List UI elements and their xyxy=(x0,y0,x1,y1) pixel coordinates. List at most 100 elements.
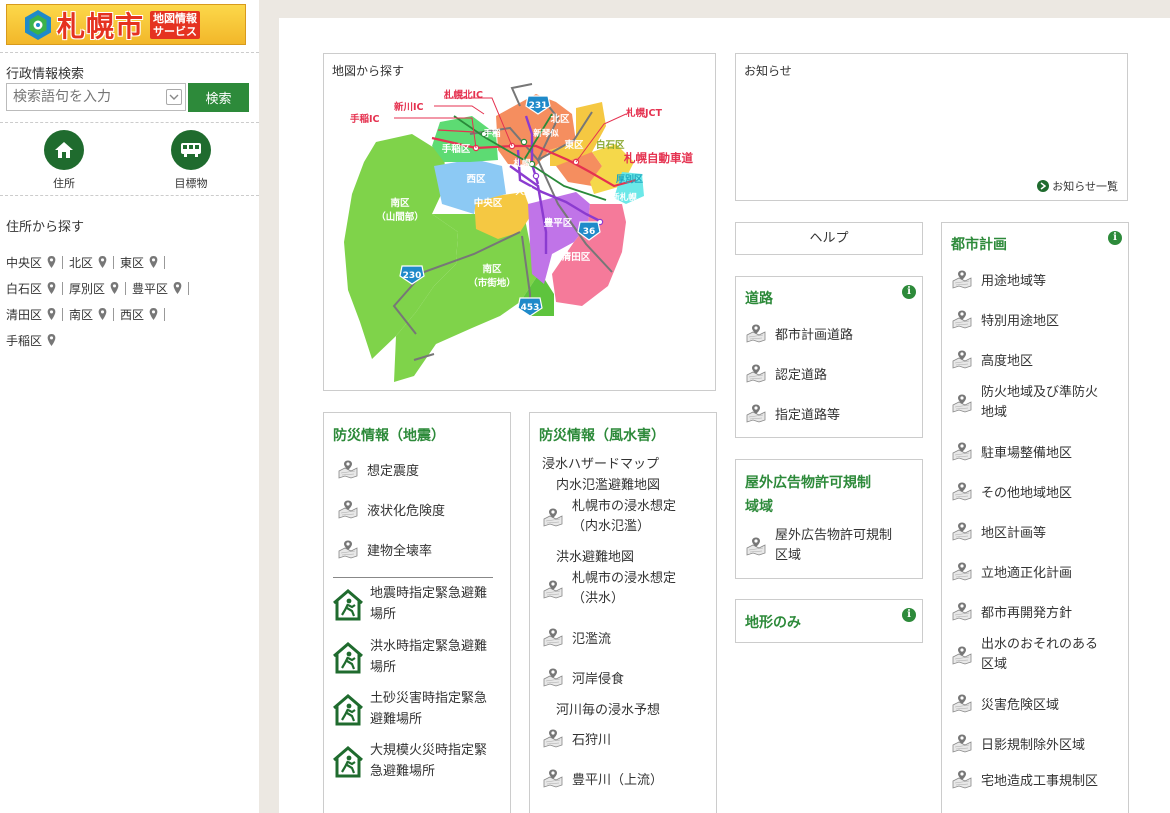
map-pin-icon xyxy=(47,308,56,320)
map-panel: 地図から探す 231 230 453 36 手稲IC 新川IC 札幌北IC 札幌… xyxy=(323,53,716,391)
layer-item[interactable]: 札幌市の浸水想定 （内水氾濫） xyxy=(542,497,676,537)
layer-item[interactable]: 日影規制除外区域 xyxy=(951,733,1085,753)
layer-item[interactable]: 石狩川 xyxy=(542,728,611,748)
map-layer-icon xyxy=(951,601,973,621)
sapporo-ward-map[interactable]: 231 230 453 36 手稲IC 新川IC 札幌北IC 札幌JCT 札幌自… xyxy=(324,54,717,392)
layer-item[interactable]: 液状化危険度 xyxy=(337,499,445,519)
info-icon[interactable]: i xyxy=(902,285,916,299)
evac-item[interactable]: 洪水時指定緊急避難 場所 xyxy=(333,636,487,678)
map-layer-icon xyxy=(542,768,564,788)
map-layer-icon xyxy=(745,363,767,383)
svg-text:札幌北IC: 札幌北IC xyxy=(443,89,483,101)
city-plan-title: 都市計画 xyxy=(951,237,1007,253)
ward-link-nishi[interactable]: 西区 xyxy=(120,306,158,323)
evacuation-site-icon xyxy=(333,746,363,778)
layer-item[interactable]: 建物全壊率 xyxy=(337,539,432,559)
layer-item[interactable]: その他地域地区 xyxy=(951,481,1072,501)
layer-item[interactable]: 都市計画道路 xyxy=(745,323,853,343)
map-layer-icon xyxy=(951,309,973,329)
layer-item[interactable]: 指定道路等 xyxy=(745,403,840,423)
layer-item[interactable]: 氾濫流 xyxy=(542,627,611,647)
ward-link-shiroishi[interactable]: 白石区 xyxy=(6,280,56,297)
map-layer-icon xyxy=(951,693,973,713)
map-pin-icon xyxy=(173,282,182,294)
help-button[interactable]: ヘルプ xyxy=(735,222,923,255)
svg-text:南区: 南区 xyxy=(482,263,502,275)
svg-text:中央区: 中央区 xyxy=(474,197,503,209)
layer-item[interactable]: 屋外広告物許可規制 区域 xyxy=(745,526,892,566)
svg-text:（市街地）: （市街地） xyxy=(468,277,516,289)
ward-link-kiyota[interactable]: 清田区 xyxy=(6,306,56,323)
map-pin-icon xyxy=(98,308,107,320)
chevron-down-icon[interactable] xyxy=(166,89,182,105)
terrain-title: 地形のみ xyxy=(745,615,801,631)
layer-item[interactable]: 札幌市の浸水想定 （洪水） xyxy=(542,569,676,609)
outdoor-ad-panel: 屋外広告物許可規制 域域 屋外広告物許可規制 区域 xyxy=(735,459,923,579)
news-title: お知らせ xyxy=(744,64,792,78)
layer-item[interactable]: 用途地域等 xyxy=(951,269,1046,289)
map-layer-icon xyxy=(951,393,973,413)
layer-item[interactable]: 立地適正化計画 xyxy=(951,561,1072,581)
map-layer-icon xyxy=(951,561,973,581)
sidebar: 札幌市 地図情報 サービス 行政情報検索 検索 住所 目標物 住所から探す 中央… xyxy=(0,0,259,813)
map-layer-icon xyxy=(951,349,973,369)
layer-item[interactable]: 防火地域及び準防火 地域 xyxy=(951,383,1098,423)
terrain-panel[interactable]: 地形のみ i xyxy=(735,599,923,643)
landmark-search-label: 目標物 xyxy=(174,177,208,190)
address-search-title: 住所から探す xyxy=(6,220,85,235)
ward-link-teine[interactable]: 手稲区 xyxy=(6,332,56,349)
map-layer-icon xyxy=(951,769,973,789)
logo-tag-line2: サービス xyxy=(153,24,198,38)
layer-item[interactable]: 災害危険区域 xyxy=(951,693,1059,713)
evac-item[interactable]: 土砂災害時指定緊急 避難場所 xyxy=(333,688,487,730)
news-list-label: お知らせ一覧 xyxy=(1052,180,1118,193)
ward-link-higashi[interactable]: 東区 xyxy=(120,254,158,271)
road-title: 道路 xyxy=(745,291,773,307)
address-search-button[interactable]: 住所 xyxy=(24,130,104,191)
layer-item[interactable]: 都市再開発方針 xyxy=(951,601,1072,621)
map-layer-icon xyxy=(951,645,973,665)
layer-item[interactable]: 地区計画等 xyxy=(951,521,1046,541)
layer-item[interactable]: 駐車場整備地区 xyxy=(951,441,1072,461)
quake-panel: 防災情報（地震） 想定震度 液状化危険度 建物全壊率 地震時指定緊急避難 場所 洪… xyxy=(323,412,511,813)
news-panel: お知らせ お知らせ一覧 xyxy=(735,53,1128,201)
divider xyxy=(0,195,259,196)
news-list-link[interactable]: お知らせ一覧 xyxy=(1037,178,1118,194)
ward-link-atsubetsu[interactable]: 厚別区 xyxy=(69,280,119,297)
landmark-search-button[interactable]: 目標物 xyxy=(151,130,231,191)
ward-link-toyohira[interactable]: 豊平区 xyxy=(132,280,182,297)
layer-item[interactable]: 特別用途地区 xyxy=(951,309,1059,329)
search-button[interactable]: 検索 xyxy=(188,83,249,112)
evacuation-site-icon xyxy=(333,694,363,726)
layer-item[interactable]: 高度地区 xyxy=(951,349,1033,369)
layer-item[interactable]: 宅地造成工事規制区 xyxy=(951,769,1098,789)
evac-item[interactable]: 大規模火災時指定緊 急避難場所 xyxy=(333,740,487,782)
map-pin-icon xyxy=(149,308,158,320)
svg-text:北区: 北区 xyxy=(550,113,570,125)
layer-item[interactable]: 想定震度 xyxy=(337,459,419,479)
svg-text:札幌: 札幌 xyxy=(512,158,531,169)
layer-item[interactable]: 出水のおそれのある 区域 xyxy=(951,635,1098,675)
ward-link-minami[interactable]: 南区 xyxy=(69,306,107,323)
map-pin-icon xyxy=(98,256,107,268)
info-icon[interactable]: i xyxy=(902,608,916,622)
hazard-map-heading: 浸水ハザードマップ xyxy=(542,457,660,472)
ward-link-chuo[interactable]: 中央区 xyxy=(6,254,56,271)
info-icon[interactable]: i xyxy=(1108,231,1122,245)
search-input[interactable] xyxy=(6,83,186,111)
layer-item[interactable]: 認定道路 xyxy=(745,363,827,383)
svg-text:豊平区: 豊平区 xyxy=(544,217,573,229)
flood-title: 防災情報（風水害） xyxy=(539,428,665,444)
ward-link-kita[interactable]: 北区 xyxy=(69,254,107,271)
evac-item[interactable]: 地震時指定緊急避難 場所 xyxy=(333,583,487,625)
river-forecast-heading: 河川毎の浸水予想 xyxy=(556,703,661,718)
svg-text:230: 230 xyxy=(403,271,422,281)
layer-item[interactable]: 河岸侵食 xyxy=(542,667,624,687)
chevron-right-icon xyxy=(1037,180,1050,192)
site-logo[interactable]: 札幌市 地図情報 サービス xyxy=(6,4,246,45)
map-layer-icon xyxy=(542,507,564,527)
map-layer-icon xyxy=(542,728,564,748)
svg-text:36: 36 xyxy=(583,227,596,237)
layer-item[interactable]: 豊平川（上流） xyxy=(542,768,663,788)
svg-text:札幌自動車道: 札幌自動車道 xyxy=(623,151,693,165)
